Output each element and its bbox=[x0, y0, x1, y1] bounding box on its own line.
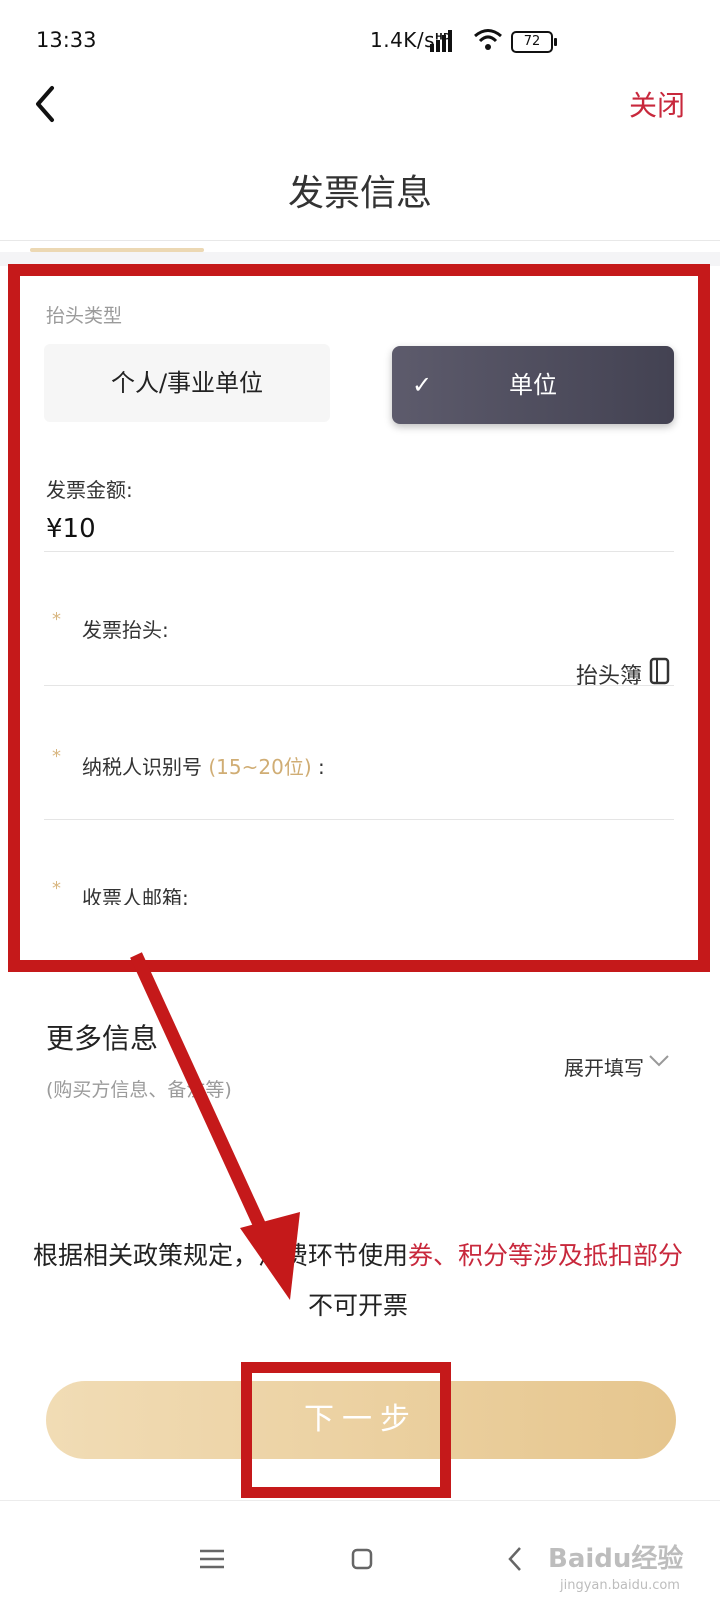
page-title: 发票信息 bbox=[287, 173, 432, 214]
battery-icon: 72 bbox=[511, 31, 557, 53]
nav-divider bbox=[0, 1500, 720, 1501]
more-info-title: 更多信息 bbox=[46, 1022, 159, 1055]
notice-highlight: 券、积分等涉及抵扣部分 bbox=[408, 1241, 684, 1270]
expand-button[interactable]: 展开填写 bbox=[564, 1052, 644, 1081]
back-icon[interactable] bbox=[30, 84, 64, 124]
network-speed-value: 1.4K/s bbox=[370, 28, 436, 52]
chevron-down-icon[interactable] bbox=[648, 1054, 670, 1068]
policy-notice: 根据相关政策规定，消费环节使用券、积分等涉及抵扣部分 不可开票 bbox=[30, 1231, 686, 1331]
notice-suffix: 不可开票 bbox=[307, 1291, 408, 1320]
more-info-subtitle: (购买方信息、备注等) bbox=[46, 1079, 232, 1101]
watermark-url: jingyan.baidu.com bbox=[560, 1578, 680, 1593]
header-divider bbox=[0, 240, 720, 241]
close-button[interactable]: 关闭 bbox=[629, 84, 685, 124]
next-button-highlight-box bbox=[241, 1362, 451, 1498]
watermark-logo: Baidu经验 bbox=[548, 1544, 684, 1574]
wifi-icon bbox=[474, 29, 502, 50]
menu-icon[interactable] bbox=[198, 1548, 226, 1570]
home-icon[interactable] bbox=[351, 1548, 373, 1570]
notice-prefix: 根据相关政策规定，消费环节使用 bbox=[32, 1241, 408, 1270]
signal-icon bbox=[430, 30, 452, 52]
status-time: 13:33 bbox=[36, 28, 97, 52]
nav-back-icon[interactable] bbox=[505, 1545, 525, 1573]
form-highlight-box bbox=[8, 264, 710, 972]
